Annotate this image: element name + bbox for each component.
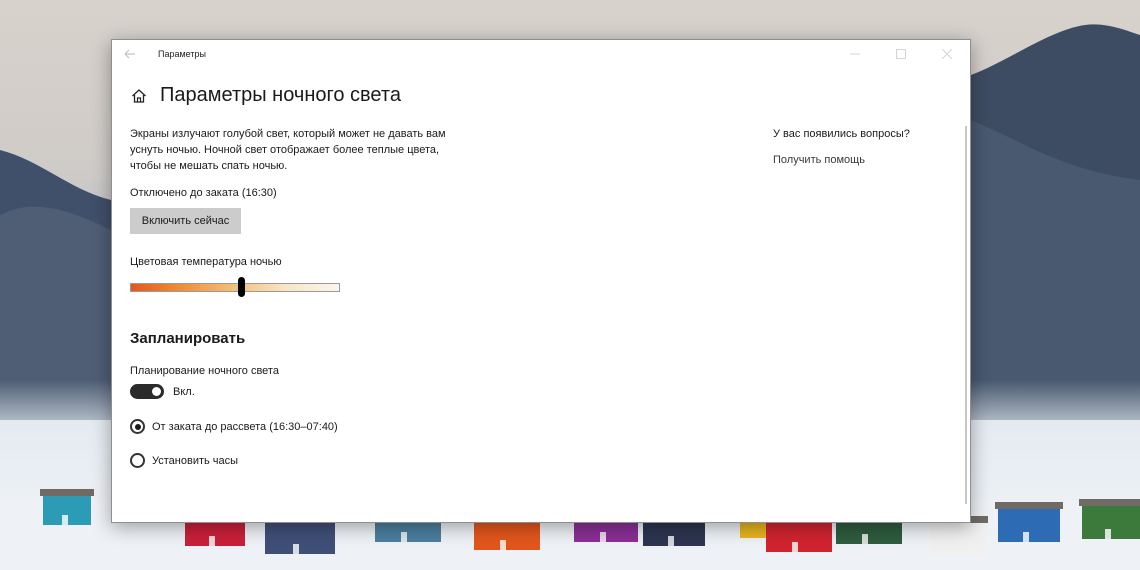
maximize-icon[interactable] [878,40,924,68]
ice-hut [262,512,338,554]
slider-thumb[interactable] [238,277,246,297]
description-text: Экраны излучают голубой свет, который мо… [130,128,446,172]
get-help-link[interactable]: Получить помощь [773,154,910,166]
window-title: Параметры [158,49,206,59]
ice-hut [995,502,1063,542]
schedule-toggle[interactable] [130,384,164,399]
radio-button-set-hours[interactable] [130,453,145,468]
radio-option-set-hours[interactable]: Установить часы [130,453,490,468]
schedule-section-title: Запланировать [130,330,246,347]
questions-heading: У вас появились вопросы? [773,128,910,140]
radio-label: От заката до рассвета (16:30–07:40) [152,420,338,433]
enable-now-button[interactable]: Включить сейчас [130,208,241,234]
radio-button-sunset-to-sunrise[interactable] [130,419,145,434]
color-temperature-slider[interactable] [130,277,340,297]
color-temperature-label: Цветовая температура ночью [130,256,282,268]
page-title: Параметры ночного света [160,84,401,106]
settings-window: Параметры Параметры ночного света Экраны… [111,39,971,523]
window-controls [832,40,970,68]
ice-hut [40,489,94,525]
back-arrow-icon[interactable] [112,40,148,68]
ice-hut [1079,499,1140,539]
page-header: Параметры ночного света [130,84,401,107]
ice-hut [927,516,988,556]
home-icon[interactable] [130,87,148,105]
radio-option-sunset-to-sunrise[interactable]: От заката до рассвета (16:30–07:40) [130,419,490,434]
title-bar: Параметры [112,40,970,68]
scrollbar[interactable] [965,126,967,504]
radio-label: Установить часы [152,454,239,467]
help-panel: У вас появились вопросы? Получить помощь [773,128,910,166]
night-light-settings: Экраны излучают голубой свет, который мо… [130,126,490,468]
ice-hut [763,512,835,552]
status-text: Отключено до заката (16:30) [130,187,277,199]
slider-track[interactable] [130,283,340,292]
schedule-toggle-row: Вкл. [130,384,490,399]
close-icon[interactable] [924,40,970,68]
content-area: Параметры ночного света Экраны излучают … [112,68,970,522]
minimize-icon[interactable] [832,40,878,68]
toggle-knob [152,387,161,396]
schedule-label: Планирование ночного света [130,365,279,377]
toggle-state-label: Вкл. [173,385,195,398]
